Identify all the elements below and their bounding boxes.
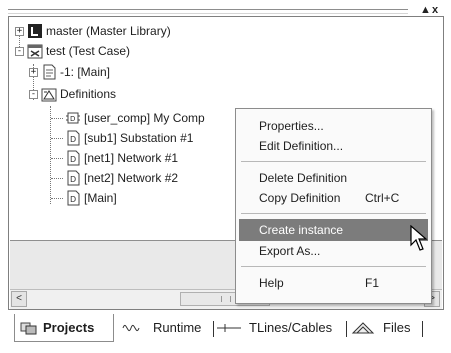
tree-connector [51, 158, 63, 159]
expand-toggle[interactable]: + [15, 27, 24, 36]
files-icon [351, 322, 375, 334]
svg-text:D: D [70, 115, 75, 123]
tab-label: TLines/Cables [249, 320, 333, 335]
tree-node-label: -1: [Main] [60, 65, 111, 79]
menu-item-delete-definition[interactable]: Delete Definition [239, 167, 428, 189]
tab-separator [346, 321, 347, 337]
collapse-toggle[interactable]: - [29, 90, 38, 99]
panel-titlebar: ▲ x [8, 4, 444, 16]
menu-item-shortcut: Ctrl+C [365, 191, 400, 205]
menu-item-label: Help [259, 276, 284, 290]
tab-separator [213, 321, 214, 337]
svg-text:D: D [70, 135, 76, 144]
menu-item-label: Copy Definition [259, 191, 341, 205]
svg-text:D: D [70, 175, 76, 184]
page-icon [43, 64, 56, 80]
waveform-icon [122, 324, 140, 332]
context-menu: Properties... Edit Definition... Delete … [235, 108, 432, 304]
menu-item-label: Delete Definition [259, 171, 348, 185]
pin-icon[interactable]: ▲ [420, 4, 431, 16]
library-icon [28, 24, 42, 38]
collapse-toggle[interactable]: - [15, 47, 24, 56]
tree-node-label: test (Test Case) [46, 44, 131, 58]
menu-item-help[interactable]: Help F1 [239, 272, 428, 294]
menu-separator [241, 161, 426, 162]
tree-node-label: [Main] [84, 191, 117, 205]
menu-item-copy-definition[interactable]: Copy Definition Ctrl+C [239, 187, 428, 209]
menu-item-label: Export As... [259, 244, 321, 258]
menu-item-shortcut: F1 [365, 276, 380, 290]
menu-item-label: Create instance [259, 223, 344, 237]
expand-toggle[interactable]: + [29, 68, 38, 77]
menu-item-create-instance[interactable]: Create instance [239, 219, 428, 241]
svg-text:D: D [70, 195, 76, 204]
tree-node-label: [sub1] Substation #1 [84, 131, 194, 145]
tab-projects[interactable]: Projects [14, 314, 114, 342]
definition-icon: D [67, 190, 80, 206]
tab-label: Files [383, 320, 411, 335]
tree-connector [51, 118, 63, 119]
scroll-left-button[interactable]: < [11, 291, 27, 307]
tree-node-label: [user_comp] My Comp [84, 111, 205, 125]
tree-node-label: Definitions [60, 87, 117, 101]
menu-item-edit-definition[interactable]: Edit Definition... [239, 135, 428, 157]
mouse-pointer-icon [410, 225, 428, 251]
definition-icon: D [67, 170, 80, 186]
svg-text:D: D [70, 155, 76, 164]
tab-label: Runtime [153, 320, 202, 335]
component-icon: D [66, 112, 80, 124]
tline-icon [217, 324, 241, 332]
menu-item-export-as[interactable]: Export As... [239, 240, 428, 262]
tree-node-label: master (Master Library) [46, 24, 171, 38]
menu-separator [241, 213, 426, 214]
projects-icon [20, 322, 37, 335]
definition-icon: D [67, 150, 80, 166]
tab-bar: Projects Runtime TLines/Cables Files [0, 310, 451, 353]
definitions-icon [41, 88, 57, 102]
menu-item-label: Edit Definition... [259, 139, 344, 153]
tab-label: Projects [43, 320, 95, 335]
tree-node-label: [net2] Network #2 [84, 171, 179, 185]
drag-grip[interactable] [8, 9, 408, 14]
tree-connector [50, 106, 51, 204]
tree-connector [51, 138, 63, 139]
definition-icon: D [67, 130, 80, 146]
menu-separator [241, 266, 426, 267]
menu-item-label: Properties... [259, 119, 324, 133]
menu-item-properties[interactable]: Properties... [239, 115, 428, 137]
tree-node-label: [net1] Network #1 [84, 151, 179, 165]
test-case-icon [27, 44, 43, 59]
close-icon[interactable]: x [432, 4, 438, 16]
tree-connector [51, 178, 63, 179]
tree-connector [51, 198, 63, 199]
tab-separator [422, 321, 423, 337]
